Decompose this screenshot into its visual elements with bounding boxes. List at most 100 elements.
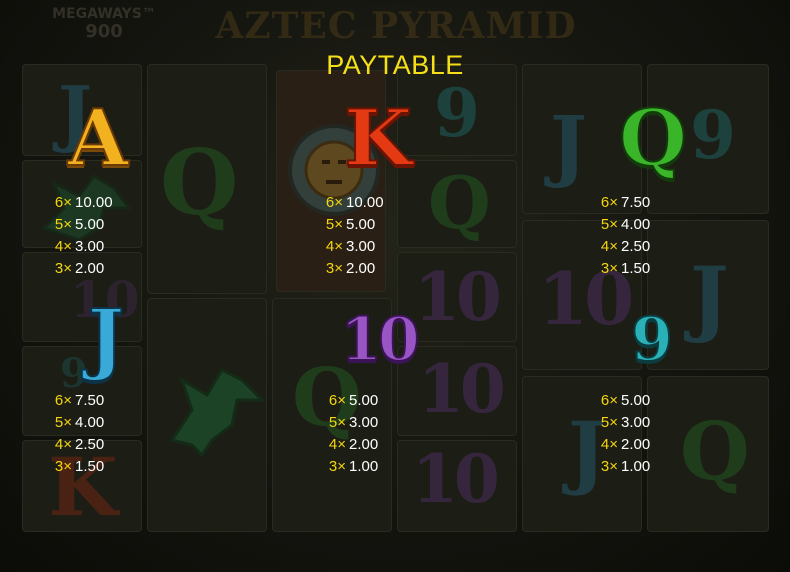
game-logo: AZTEC PYRAMID xyxy=(215,5,577,47)
pay-value: 1.50 xyxy=(621,260,651,277)
pay-multiplier: 3× xyxy=(328,458,346,475)
pay-row: 6× 10.00 xyxy=(44,192,113,214)
pay-row: 4× 2.00 xyxy=(318,434,378,456)
pay-value: 7.50 xyxy=(75,392,105,409)
pay-row: 4× 3.00 xyxy=(315,236,384,258)
megaways-number: 900 xyxy=(85,21,123,42)
pay-multiplier: 6× xyxy=(325,194,343,211)
pay-multiplier: 6× xyxy=(600,194,618,211)
pay-value: 1.50 xyxy=(75,458,105,475)
pay-value: 2.50 xyxy=(75,436,105,453)
pay-value: 3.00 xyxy=(621,414,651,431)
background-symbol: J xyxy=(550,100,587,191)
symbol-j-pays: 6× 7.50 5× 4.00 4× 2.50 3× 1.50 xyxy=(44,390,104,478)
bird-icon xyxy=(169,368,266,458)
pay-multiplier: 6× xyxy=(600,392,618,409)
pay-multiplier: 4× xyxy=(600,238,618,255)
megaways-label: MEGAWAYS™ xyxy=(52,6,156,22)
pay-multiplier: 4× xyxy=(325,238,343,255)
paytable-title: PAYTABLE xyxy=(326,50,464,80)
pay-value: 3.00 xyxy=(75,238,105,255)
symbol-a-pays: 6× 10.00 5× 5.00 4× 3.00 3× 2.00 xyxy=(44,192,113,280)
pay-row: 3× 1.00 xyxy=(590,456,650,478)
pay-value: 2.00 xyxy=(349,436,379,453)
pay-multiplier: 5× xyxy=(54,414,72,431)
pay-multiplier: 6× xyxy=(54,194,72,211)
pay-value: 5.00 xyxy=(349,392,379,409)
pay-row: 4× 2.50 xyxy=(590,236,650,258)
pay-row: 4× 3.00 xyxy=(44,236,113,258)
pay-row: 3× 1.50 xyxy=(44,456,104,478)
symbol-k-icon: K xyxy=(343,93,413,184)
pay-row: 3× 1.50 xyxy=(590,258,650,280)
pay-value: 5.00 xyxy=(621,392,651,409)
background-symbol: 10 xyxy=(414,258,502,336)
pay-value: 3.00 xyxy=(346,238,376,255)
pay-multiplier: 6× xyxy=(54,392,72,409)
background-symbol: Q xyxy=(680,404,750,498)
pay-value: 4.00 xyxy=(621,216,651,233)
pay-value: 10.00 xyxy=(75,194,113,211)
pay-multiplier: 5× xyxy=(600,216,618,233)
pay-value: 10.00 xyxy=(346,194,384,211)
pay-row: 3× 2.00 xyxy=(44,258,113,280)
pay-multiplier: 4× xyxy=(328,436,346,453)
reel-background: J Q 9 Q 10 10 J 9 10 J Q 10 10 K J Q 9 xyxy=(0,0,790,572)
pay-value: 5.00 xyxy=(346,216,376,233)
background-symbol: 9 xyxy=(434,74,480,152)
pay-value: 1.00 xyxy=(621,458,651,475)
symbol-9-pays: 6× 5.00 5× 3.00 4× 2.00 3× 1.00 xyxy=(590,390,650,478)
symbol-q-pays: 6× 7.50 5× 4.00 4× 2.50 3× 1.50 xyxy=(590,192,650,280)
pay-multiplier: 3× xyxy=(600,458,618,475)
pay-row: 5× 5.00 xyxy=(44,214,113,236)
background-symbol: Q xyxy=(428,160,491,245)
pay-multiplier: 3× xyxy=(54,458,72,475)
background-symbol: 10 xyxy=(412,440,500,518)
pay-multiplier: 6× xyxy=(328,392,346,409)
symbol-10-pays: 6× 5.00 5× 3.00 4× 2.00 3× 1.00 xyxy=(318,390,378,478)
symbol-q-icon: Q xyxy=(618,93,688,184)
pay-value: 2.00 xyxy=(75,260,105,277)
pay-multiplier: 3× xyxy=(600,260,618,277)
pay-row: 3× 1.00 xyxy=(318,456,378,478)
pay-multiplier: 5× xyxy=(328,414,346,431)
background-symbol: Q xyxy=(160,130,239,236)
pay-value: 7.50 xyxy=(621,194,651,211)
pay-multiplier: 4× xyxy=(54,238,72,255)
pay-multiplier: 5× xyxy=(54,216,72,233)
pay-multiplier: 4× xyxy=(54,436,72,453)
pay-multiplier: 5× xyxy=(600,414,618,431)
pay-value: 1.00 xyxy=(349,458,379,475)
pay-multiplier: 3× xyxy=(325,260,343,277)
symbol-10-icon: 10 xyxy=(339,304,421,376)
pay-row: 5× 5.00 xyxy=(315,214,384,236)
pay-value: 4.00 xyxy=(75,414,105,431)
symbol-9-icon: 9 xyxy=(630,304,674,376)
pay-value: 2.00 xyxy=(346,260,376,277)
pay-value: 5.00 xyxy=(75,216,105,233)
pay-row: 6× 10.00 xyxy=(315,192,384,214)
pay-row: 5× 3.00 xyxy=(318,412,378,434)
pay-row: 6× 5.00 xyxy=(318,390,378,412)
background-symbol: J xyxy=(690,250,729,346)
pay-row: 5× 4.00 xyxy=(590,214,650,236)
pay-row: 6× 5.00 xyxy=(590,390,650,412)
pay-row: 6× 7.50 xyxy=(590,192,650,214)
pay-row: 3× 2.00 xyxy=(315,258,384,280)
symbol-a-icon: A xyxy=(67,93,130,184)
pay-multiplier: 3× xyxy=(54,260,72,277)
pay-multiplier: 5× xyxy=(325,216,343,233)
pay-row: 5× 4.00 xyxy=(44,412,104,434)
pay-value: 2.50 xyxy=(621,238,651,255)
background-symbol: 10 xyxy=(418,350,506,428)
megaways-badge: MEGAWAYS™ 900 xyxy=(34,6,174,42)
symbol-k-pays: 6× 10.00 5× 5.00 4× 3.00 3× 2.00 xyxy=(315,192,384,280)
pay-row: 6× 7.50 xyxy=(44,390,104,412)
pay-value: 2.00 xyxy=(621,436,651,453)
pay-multiplier: 4× xyxy=(600,436,618,453)
pay-row: 5× 3.00 xyxy=(590,412,650,434)
pay-value: 3.00 xyxy=(349,414,379,431)
pay-row: 4× 2.00 xyxy=(590,434,650,456)
symbol-j-icon: J xyxy=(87,293,126,384)
pay-row: 4× 2.50 xyxy=(44,434,104,456)
